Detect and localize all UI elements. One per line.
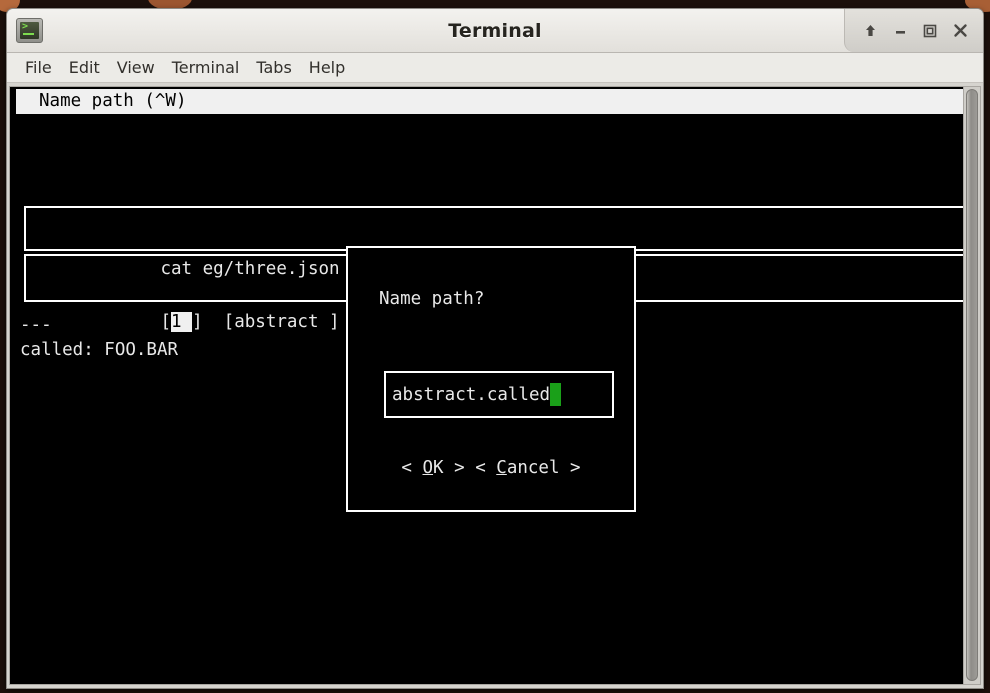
cancel-button-mnemonic: C [496, 458, 507, 478]
dialog-button-row: < OK > < Cancel > [348, 456, 634, 504]
scrollbar-thumb[interactable] [966, 89, 978, 681]
dialog-button-gap [465, 458, 476, 478]
terminal-output: --- called: FOO.BAR [20, 315, 179, 360]
terminal-icon-screen [20, 21, 39, 39]
close-button[interactable] [945, 16, 975, 46]
terminal-screen[interactable]: Name path (^W) cat eg/three.json [1 ] [a… [16, 87, 963, 684]
ok-button-rest: K > [433, 458, 465, 478]
ok-button[interactable]: < OK > [401, 458, 464, 478]
ok-button-bracket-left: < [401, 458, 423, 478]
menu-item-file[interactable]: File [17, 56, 60, 79]
path-input[interactable]: abstract.called [384, 371, 614, 418]
dialog-prompt-label: Name path? [379, 289, 485, 309]
path-input-value: abstract.called [392, 384, 551, 405]
menu-item-help[interactable]: Help [301, 56, 353, 79]
window-controls [844, 9, 983, 52]
cancel-button-bracket-left: < [475, 458, 497, 478]
name-path-dialog: Name path? abstract.called < OK > < Canc… [346, 246, 636, 512]
terminal-screen-pad[interactable]: Name path (^W) cat eg/three.json [1 ] [a… [9, 86, 963, 685]
menu-item-terminal[interactable]: Terminal [164, 56, 248, 79]
desktop-background: Terminal [0, 0, 990, 693]
menu-item-view[interactable]: View [109, 56, 163, 79]
terminal-window: Terminal [6, 8, 984, 689]
tui-header-bar: Name path (^W) [16, 89, 963, 114]
titlebar[interactable]: Terminal [7, 9, 983, 53]
window-title: Terminal [448, 19, 542, 42]
ok-button-mnemonic: O [422, 458, 434, 478]
text-cursor [550, 383, 562, 406]
cancel-button-rest: ancel > [506, 458, 581, 478]
minimize-button[interactable] [885, 16, 915, 46]
list-suffix: ] [abstract ] [192, 312, 340, 332]
menu-item-edit[interactable]: Edit [61, 56, 108, 79]
menubar: File Edit View Terminal Tabs Help [7, 53, 983, 83]
maximize-button[interactable] [915, 16, 945, 46]
terminal-scrollbar[interactable] [963, 86, 981, 685]
cancel-button[interactable]: < Cancel > [475, 458, 580, 478]
terminal-body: Name path (^W) cat eg/three.json [1 ] [a… [7, 83, 983, 688]
menu-item-tabs[interactable]: Tabs [248, 56, 299, 79]
shade-button[interactable] [855, 16, 885, 46]
terminal-icon [16, 18, 43, 43]
command-pane[interactable]: cat eg/three.json [24, 206, 963, 279]
